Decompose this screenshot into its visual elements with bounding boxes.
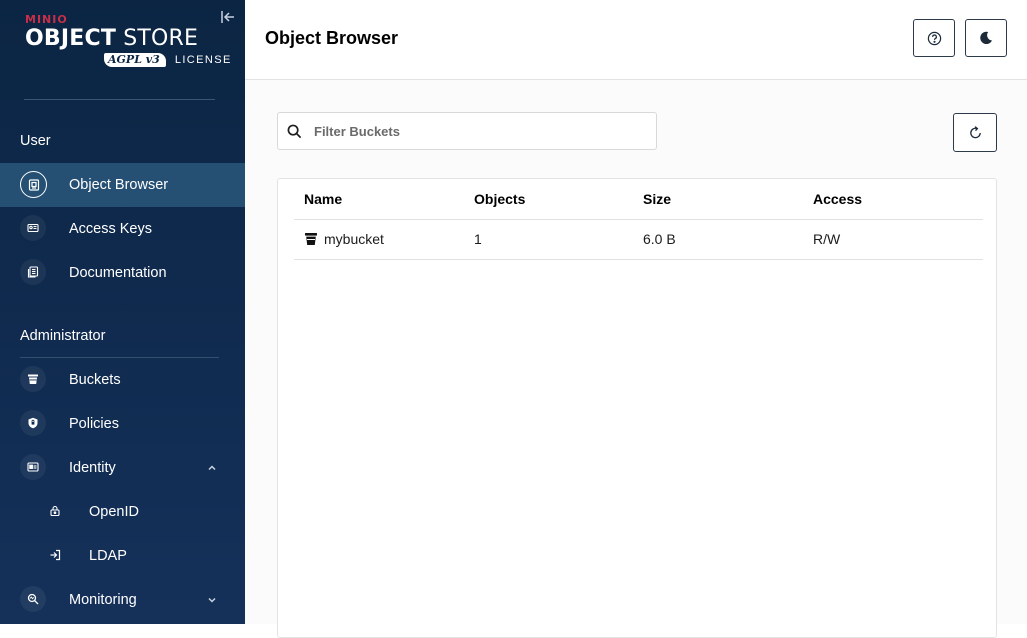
help-icon xyxy=(927,31,941,45)
column-header-access[interactable]: Access xyxy=(813,179,862,219)
sidebar-item-label: Access Keys xyxy=(69,221,152,237)
main-area: Object Browser Name Objects Size Access … xyxy=(245,0,1027,638)
column-header-size[interactable]: Size xyxy=(643,179,671,219)
sidebar-item-label: Identity xyxy=(69,460,116,476)
sidebar-item-access-keys[interactable]: Access Keys xyxy=(0,207,245,251)
chevron-up-icon[interactable] xyxy=(206,462,218,474)
dark-mode-toggle-button[interactable] xyxy=(965,19,1007,57)
logo-product: OBJECT STORE xyxy=(25,26,199,51)
documentation-icon xyxy=(20,259,46,285)
column-header-name[interactable]: Name xyxy=(304,179,342,219)
sidebar-item-monitoring[interactable]: Monitoring xyxy=(0,578,245,622)
bucket-size-cell: 6.0 B xyxy=(643,231,676,247)
bucket-name: mybucket xyxy=(324,231,384,247)
logo-divider xyxy=(24,99,215,100)
sidebar-item-identity[interactable]: Identity xyxy=(0,446,245,490)
search-icon xyxy=(287,124,302,139)
filter-buckets-input[interactable] xyxy=(314,113,644,149)
policies-icon xyxy=(20,410,46,436)
refresh-button[interactable] xyxy=(953,113,997,152)
sidebar-item-buckets[interactable]: Buckets xyxy=(0,358,245,402)
logo-license-row: AGPL v3 LICENSE xyxy=(104,52,245,68)
table-row[interactable]: mybucket 1 6.0 B R/W xyxy=(294,219,983,260)
openid-icon xyxy=(42,498,68,524)
page-header: Object Browser xyxy=(245,0,1027,80)
license-text: LICENSE xyxy=(174,54,232,66)
sidebar-item-label: Buckets xyxy=(69,372,121,388)
ldap-icon xyxy=(42,542,68,568)
sidebar-item-ldap[interactable]: LDAP xyxy=(0,534,245,578)
monitoring-icon xyxy=(20,586,46,612)
sidebar-item-label: Object Browser xyxy=(69,177,169,193)
page-title: Object Browser xyxy=(265,28,399,48)
sidebar-item-label: OpenID xyxy=(89,504,139,520)
sidebar-item-openid[interactable]: OpenID xyxy=(0,490,245,534)
identity-icon xyxy=(20,454,46,480)
object-browser-icon xyxy=(20,171,47,198)
sidebar-item-label: Documentation xyxy=(69,265,167,281)
collapse-sidebar-icon[interactable] xyxy=(220,9,236,25)
section-title-user: User xyxy=(20,133,51,149)
logo-brand: MINIO xyxy=(25,13,68,26)
sidebar-item-policies[interactable]: Policies xyxy=(0,402,245,446)
help-button[interactable] xyxy=(913,19,955,57)
bucket-access-cell: R/W xyxy=(813,231,841,247)
access-keys-icon xyxy=(20,215,46,241)
bucket-icon xyxy=(305,233,317,245)
sidebar-item-label: Policies xyxy=(69,416,119,432)
sidebar-item-object-browser[interactable]: Object Browser xyxy=(0,163,245,207)
agpl-badge: AGPL v3 xyxy=(104,53,166,67)
moon-icon xyxy=(980,31,992,45)
sidebar-item-label: Monitoring xyxy=(69,592,137,608)
sidebar-item-label: LDAP xyxy=(89,548,127,564)
sidebar: MINIO OBJECT STORE AGPL v3 LICENSE User … xyxy=(0,0,245,624)
buckets-table: Name Objects Size Access mybucket 1 6.0 … xyxy=(277,178,997,638)
bucket-objects-cell: 1 xyxy=(474,231,482,247)
refresh-icon xyxy=(969,126,981,139)
table-header: Name Objects Size Access xyxy=(294,179,983,220)
content-area: Name Objects Size Access mybucket 1 6.0 … xyxy=(245,80,1027,638)
bucket-icon xyxy=(20,366,46,392)
sidebar-item-documentation[interactable]: Documentation xyxy=(0,251,245,295)
minio-logo[interactable]: MINIO OBJECT STORE AGPL v3 LICENSE xyxy=(25,13,230,68)
chevron-down-icon[interactable] xyxy=(206,594,218,606)
column-header-objects[interactable]: Objects xyxy=(474,179,525,219)
section-title-administrator: Administrator xyxy=(20,328,106,344)
bucket-name-cell[interactable]: mybucket xyxy=(304,219,384,259)
filter-buckets-field[interactable] xyxy=(277,112,657,150)
